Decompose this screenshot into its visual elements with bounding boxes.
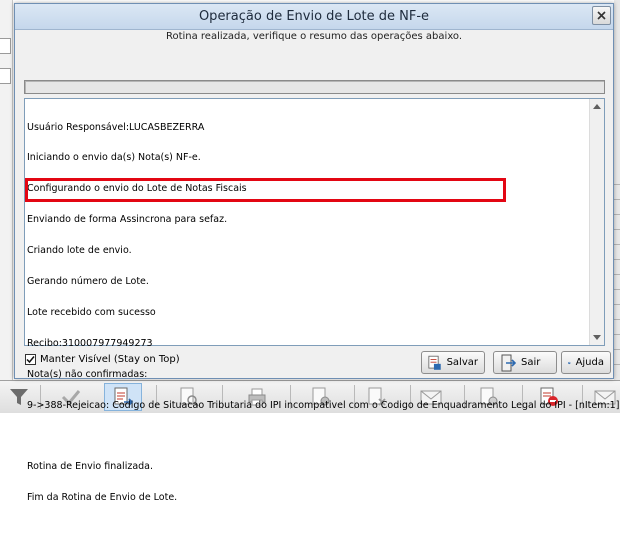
log-line: Iniciando o envio da(s) Nota(s) NF-e. (27, 152, 201, 164)
exit-button[interactable]: Sair (493, 351, 557, 374)
background-grid-lines (614, 170, 620, 370)
background-tab (0, 68, 11, 84)
operation-log[interactable]: Usuário Responsável:LUCASBEZERRA Inician… (24, 98, 619, 503)
log-line: Gerando número de Lote. (27, 276, 149, 288)
log-line: Criando lote de envio. (27, 245, 132, 257)
vertical-scrollbar[interactable] (589, 99, 604, 345)
error-highlight-box (25, 178, 506, 202)
close-icon (597, 11, 606, 20)
log-line-error: 9->388-Rejeicao: Codigo de Situacao Trib… (27, 399, 620, 411)
log-line: Rotina de Envio finalizada. (27, 461, 154, 473)
log-line: Enviando de forma Assincrona para sefaz. (27, 214, 228, 226)
checkmark-icon (26, 356, 35, 364)
dialog-title: Operação de Envio de Lote de NF-e (198, 9, 430, 24)
dialog-titlebar[interactable]: Operação de Envio de Lote de NF-e (15, 4, 613, 30)
log-line: Fim da Rotina de Envio de Lote. (27, 492, 178, 504)
progress-bar (24, 80, 605, 94)
status-message: Rotina realizada, verifique o resumo das… (165, 31, 463, 42)
help-button[interactable]: ? Ajuda (561, 351, 611, 374)
save-button[interactable]: Salvar (421, 351, 485, 374)
log-line: Recibo:310007977949273 (27, 337, 153, 349)
log-line: Lote recebido com sucesso (27, 306, 156, 318)
keep-visible-option[interactable]: Manter Visível (Stay on Top) (25, 354, 180, 365)
background-app-left (0, 0, 13, 380)
exit-door-icon (501, 354, 516, 371)
save-label: Salvar (446, 357, 478, 368)
log-line-blank (27, 432, 587, 442)
log-lines: Usuário Responsável:LUCASBEZERRA Inician… (25, 102, 620, 534)
keep-visible-checkbox[interactable] (25, 354, 36, 365)
close-button[interactable] (592, 6, 611, 25)
log-line: Usuário Responsável:LUCASBEZERRA (27, 121, 205, 133)
exit-label: Sair (521, 357, 541, 368)
svg-text:?: ? (569, 362, 570, 364)
scroll-down-icon[interactable] (593, 335, 601, 340)
save-document-icon (428, 355, 441, 370)
scroll-up-icon[interactable] (593, 104, 601, 109)
help-label: Ajuda (575, 357, 604, 368)
keep-visible-label: Manter Visível (Stay on Top) (40, 354, 180, 365)
help-icon: ? (568, 361, 571, 364)
background-tab (0, 38, 11, 54)
send-batch-dialog: Operação de Envio de Lote de NF-e Rotina… (14, 3, 619, 503)
